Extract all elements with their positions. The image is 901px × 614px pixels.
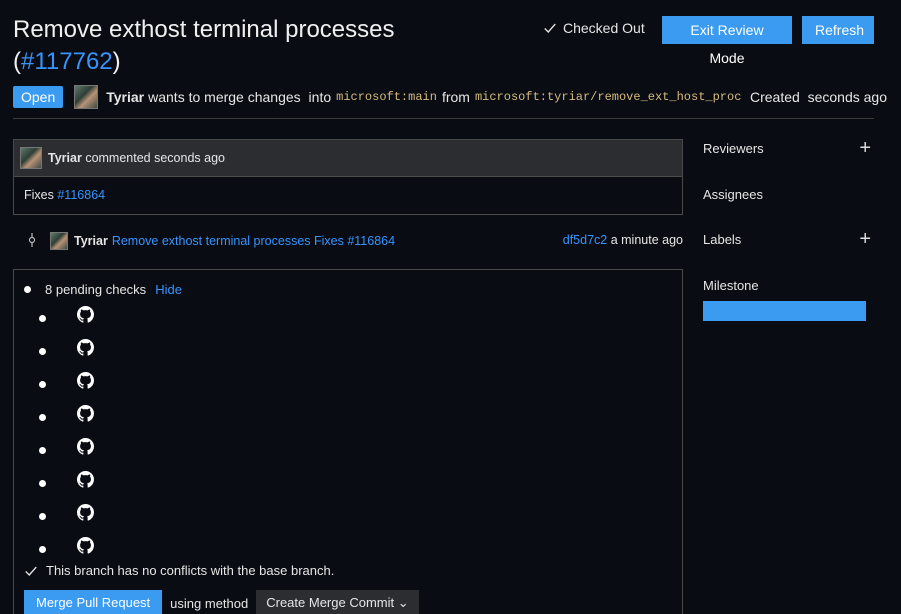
check-item[interactable] xyxy=(39,339,99,359)
check-icon xyxy=(544,23,556,33)
check-item[interactable] xyxy=(39,372,99,392)
check-icon xyxy=(25,566,37,576)
sidebar-assignees: Assignees xyxy=(703,187,874,202)
no-conflicts-status: This branch has no conflicts with the ba… xyxy=(24,563,334,578)
created-info: Created seconds ago xyxy=(750,89,887,105)
commit-row: Tyriar Remove exthost terminal processes… xyxy=(26,230,683,252)
check-item[interactable] xyxy=(39,471,99,491)
checks-summary: 8 pending checks xyxy=(45,282,147,297)
commit-message-link[interactable]: Remove exthost terminal processes Fixes … xyxy=(112,234,395,248)
check-item[interactable] xyxy=(39,405,99,425)
exit-review-mode-button[interactable]: Exit Review Mode xyxy=(662,16,792,66)
assignees-label: Assignees xyxy=(703,187,763,202)
github-icon xyxy=(77,537,94,554)
pending-dot-icon xyxy=(39,447,46,454)
from-text: from xyxy=(441,89,470,105)
pending-dot-icon xyxy=(24,286,31,293)
pr-title: Remove exthost terminal processes xyxy=(13,16,395,43)
github-icon xyxy=(77,306,94,323)
checks-header: 8 pending checks Hide xyxy=(24,282,182,297)
paren-close: ) xyxy=(112,48,121,75)
commit-sha-link[interactable]: df5d7c2 xyxy=(563,233,607,247)
merge-text: wants to merge changes xyxy=(148,89,301,105)
comment-author[interactable]: Tyriar xyxy=(48,151,82,165)
merge-method-select[interactable]: Create Merge Commit ⌄ xyxy=(256,590,419,614)
pending-dot-icon xyxy=(39,348,46,355)
comment-header: Tyriar commented seconds ago xyxy=(14,140,682,177)
sidebar-reviewers: Reviewers + xyxy=(703,137,874,159)
pending-dot-icon xyxy=(39,381,46,388)
status-badge: Open xyxy=(13,86,64,108)
hide-checks-link[interactable]: Hide xyxy=(155,282,182,297)
paren-open: ( xyxy=(13,48,21,75)
merge-method-label: Create Merge Commit xyxy=(266,595,395,610)
avatar[interactable] xyxy=(20,147,42,169)
add-label-plus-icon[interactable]: + xyxy=(859,228,871,251)
github-icon xyxy=(77,339,94,356)
pending-dot-icon xyxy=(39,414,46,421)
chevron-down-icon: ⌄ xyxy=(397,595,409,610)
issue-link[interactable]: #116864 xyxy=(57,188,105,202)
checks-panel: 8 pending checks Hide This branch has no… xyxy=(13,269,683,614)
github-icon xyxy=(77,405,94,422)
base-branch: microsoft:main xyxy=(336,90,437,104)
github-icon xyxy=(77,471,94,488)
merge-row: Merge Pull Request using method Create M… xyxy=(24,590,419,614)
pending-dot-icon xyxy=(39,480,46,487)
created-label: Created xyxy=(750,89,800,105)
milestone-picker[interactable] xyxy=(703,301,866,321)
comment-body: Fixes #116864 xyxy=(14,177,682,213)
comment-card: Tyriar commented seconds ago Fixes #1168… xyxy=(13,139,683,215)
add-reviewer-plus-icon[interactable]: + xyxy=(859,137,871,160)
github-icon xyxy=(77,438,94,455)
check-item[interactable] xyxy=(39,306,99,326)
comment-action: commented seconds ago xyxy=(85,151,225,165)
avatar[interactable] xyxy=(74,85,99,109)
pending-dot-icon xyxy=(39,315,46,322)
reviewers-label: Reviewers xyxy=(703,141,764,156)
pending-dot-icon xyxy=(39,546,46,553)
author-name[interactable]: Tyriar xyxy=(106,89,144,105)
github-icon xyxy=(77,372,94,389)
comment-body-prefix: Fixes xyxy=(24,188,54,202)
github-icon xyxy=(77,504,94,521)
pr-meta-row: Open Tyriar wants to merge changes into … xyxy=(13,85,746,109)
check-item[interactable] xyxy=(39,438,99,458)
sidebar-milestone: Milestone xyxy=(703,278,874,293)
no-conflicts-text: This branch has no conflicts with the ba… xyxy=(46,563,335,578)
page-title: Remove exthost terminal processes (#1177… xyxy=(13,14,395,78)
refresh-button[interactable]: Refresh xyxy=(802,16,874,44)
git-commit-icon xyxy=(26,232,38,250)
labels-label: Labels xyxy=(703,232,742,247)
checked-out-label: Checked Out xyxy=(563,20,645,36)
using-method-text: using method xyxy=(170,595,249,611)
merge-pull-request-button[interactable]: Merge Pull Request xyxy=(24,590,163,614)
pr-number-link[interactable]: #117762 xyxy=(21,48,113,75)
check-item[interactable] xyxy=(39,504,99,524)
header-divider xyxy=(13,118,874,119)
pending-dot-icon xyxy=(39,513,46,520)
avatar[interactable] xyxy=(50,232,68,250)
pr-number-line: (#117762) xyxy=(13,46,395,78)
milestone-label: Milestone xyxy=(703,278,759,293)
head-branch: microsoft:tyriar/remove_ext_host_proc xyxy=(474,90,742,104)
checked-out-status: Checked Out xyxy=(543,20,645,36)
commit-time: a minute ago xyxy=(610,233,683,247)
commit-meta: df5d7c2 a minute ago xyxy=(563,233,683,247)
sidebar-labels: Labels + xyxy=(703,228,874,250)
commit-author[interactable]: Tyriar xyxy=(74,234,108,248)
into-text: into xyxy=(308,89,332,105)
created-time: seconds ago xyxy=(807,89,887,105)
check-item[interactable] xyxy=(39,537,99,557)
